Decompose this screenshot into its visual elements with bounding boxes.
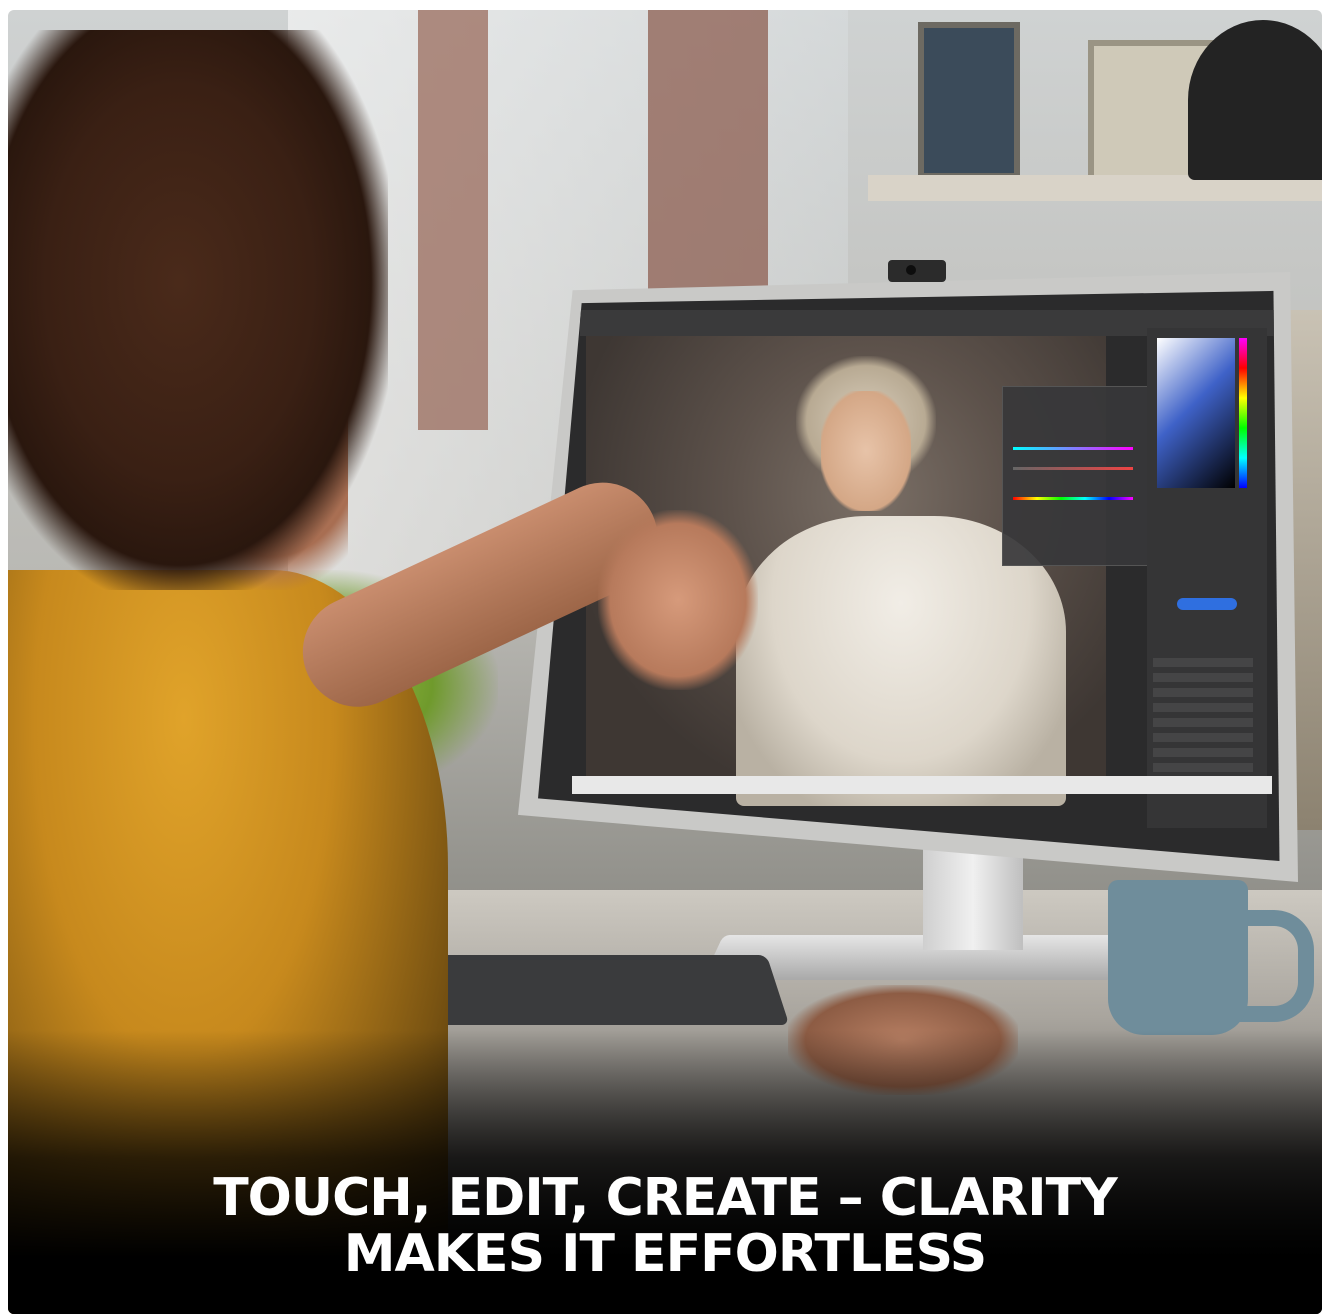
- webcam-icon: [888, 260, 946, 282]
- layer-row: [1153, 658, 1253, 667]
- spectrum-slider: [1013, 497, 1133, 500]
- properties-panel: [1002, 386, 1152, 566]
- person-hair: [8, 30, 388, 590]
- portrait-face: [821, 391, 911, 511]
- explore-libraries-button: [1177, 598, 1237, 610]
- wall-picture: [918, 22, 1020, 179]
- caption: TOUCH, EDIT, CREATE – CLARITY MAKES IT E…: [8, 1170, 1322, 1282]
- layer-row: [1153, 733, 1253, 742]
- layer-row: [1153, 688, 1253, 697]
- color-picker: [1157, 338, 1235, 488]
- person-hand: [598, 510, 758, 690]
- webcam-lens: [906, 265, 916, 275]
- right-panel: [1147, 328, 1267, 828]
- mug-handle: [1238, 910, 1314, 1022]
- layer-row: [1153, 718, 1253, 727]
- hue-slider: [1013, 447, 1133, 450]
- caption-line-2: MAKES IT EFFORTLESS: [343, 1224, 987, 1284]
- brick-wall: [418, 10, 488, 430]
- layer-row: [1153, 748, 1253, 757]
- saturation-slider: [1013, 467, 1133, 470]
- taskbar: [572, 776, 1272, 794]
- caption-line-1: TOUCH, EDIT, CREATE – CLARITY: [213, 1168, 1118, 1228]
- pendant-lamp: [1188, 20, 1322, 180]
- photo-frame: TOUCH, EDIT, CREATE – CLARITY MAKES IT E…: [8, 10, 1322, 1314]
- layer-row: [1153, 703, 1253, 712]
- coffee-mug: [1108, 880, 1248, 1035]
- layer-row: [1153, 763, 1253, 772]
- hue-bar: [1239, 338, 1247, 488]
- layer-row: [1153, 673, 1253, 682]
